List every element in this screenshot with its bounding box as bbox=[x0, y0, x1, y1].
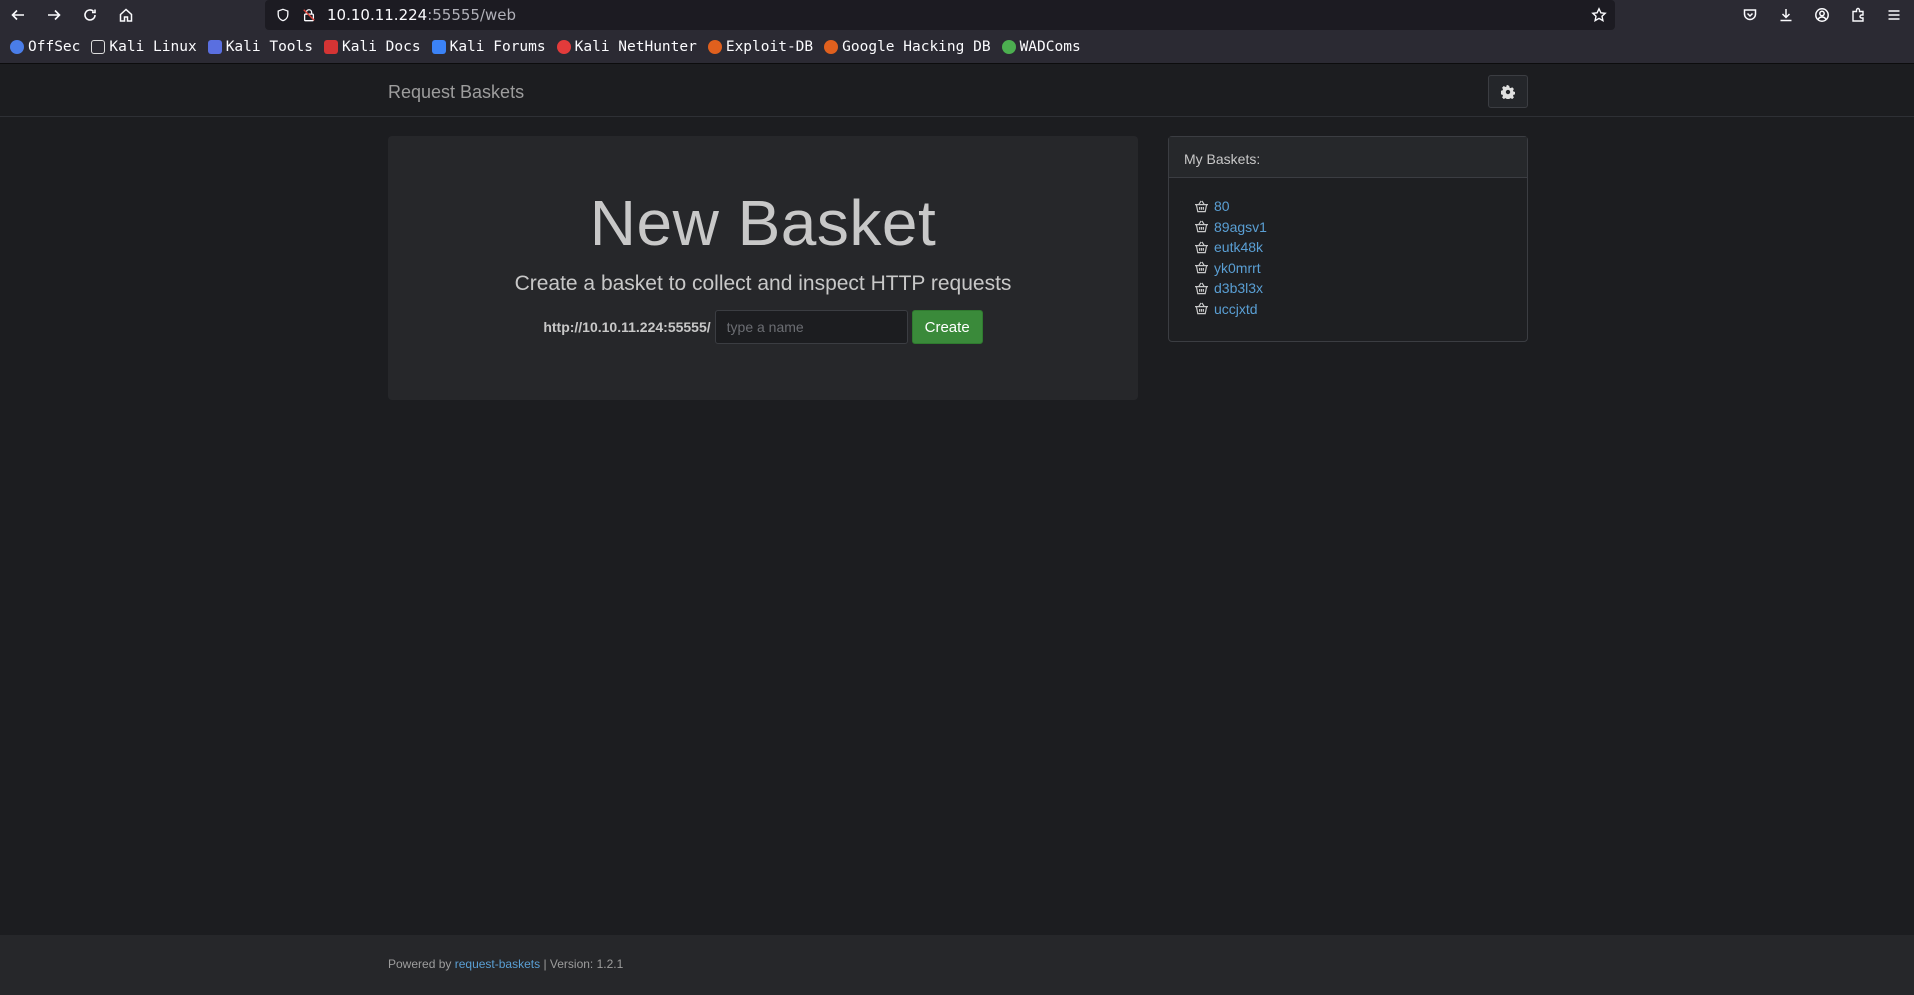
reload-button[interactable] bbox=[72, 0, 108, 30]
shield-icon[interactable] bbox=[275, 7, 291, 23]
home-icon bbox=[119, 8, 133, 22]
bookmark-label: Kali Linux bbox=[109, 38, 197, 55]
bookmarks-bar: OffSec Kali Linux Kali Tools Kali Docs K… bbox=[0, 30, 1914, 64]
browser-toolbar: 10.10.11.224:55555/web bbox=[0, 0, 1914, 30]
basket-link[interactable]: d3b3l3x bbox=[1214, 280, 1263, 296]
pocket-icon[interactable] bbox=[1740, 5, 1760, 25]
bookmark-kali-tools[interactable]: Kali Tools bbox=[207, 38, 314, 55]
basket-icon bbox=[1195, 282, 1208, 294]
bookmark-offsec[interactable]: OffSec bbox=[10, 39, 80, 55]
basket-icon bbox=[1195, 241, 1208, 253]
my-baskets-panel: My Baskets: 80 89agsv1 eutk48k yk0mrrt d… bbox=[1168, 136, 1528, 342]
url-host: 10.10.11.224 bbox=[327, 6, 428, 24]
list-item: uccjxtd bbox=[1194, 299, 1527, 320]
wadcoms-favicon-icon bbox=[1001, 39, 1016, 54]
forward-button[interactable] bbox=[36, 0, 72, 30]
basket-icon bbox=[1195, 302, 1208, 315]
menu-icon[interactable] bbox=[1884, 5, 1904, 25]
my-baskets-heading: My Baskets: bbox=[1169, 137, 1527, 178]
bookmark-label: Exploit-DB bbox=[725, 38, 814, 55]
bookmark-label: Google Hacking DB bbox=[842, 38, 991, 55]
create-button[interactable]: Create bbox=[911, 310, 983, 344]
lock-icon[interactable] bbox=[301, 7, 317, 23]
basket-icon bbox=[1195, 200, 1208, 212]
basket-link[interactable]: eutk48k bbox=[1214, 239, 1263, 255]
bookmark-label: WADComs bbox=[1019, 38, 1081, 55]
bookmark-label: Kali Forums bbox=[449, 38, 546, 55]
request-baskets-link[interactable]: request-baskets bbox=[455, 957, 540, 971]
bookmark-label: Kali Tools bbox=[225, 38, 314, 55]
settings-button[interactable] bbox=[1488, 75, 1528, 108]
create-basket-form: http://10.10.11.224:55555/ Create bbox=[388, 310, 1138, 344]
page-content: Request Baskets New Basket Create a bask… bbox=[0, 65, 1914, 995]
version-text: | Version: 1.2.1 bbox=[543, 957, 624, 971]
kali-docs-favicon-icon bbox=[324, 39, 339, 54]
kali-forums-favicon-icon bbox=[431, 39, 446, 54]
basket-url-prefix: http://10.10.11.224:55555/ bbox=[543, 319, 711, 335]
reload-icon bbox=[84, 9, 96, 21]
url-path: :55555/web bbox=[427, 6, 517, 24]
new-basket-hero: New Basket Create a basket to collect an… bbox=[388, 136, 1138, 400]
bookmark-kali-nethunter[interactable]: Kali NetHunter bbox=[556, 38, 697, 55]
exploit-db-favicon-icon bbox=[707, 39, 722, 54]
arrow-left-icon bbox=[11, 9, 24, 21]
gear-icon bbox=[1501, 84, 1515, 99]
bookmark-kali-linux[interactable]: Kali Linux bbox=[91, 38, 197, 55]
page-footer: Powered by request-baskets | Version: 1.… bbox=[0, 935, 1914, 995]
bookmark-label: OffSec bbox=[28, 38, 81, 55]
arrow-right-icon bbox=[48, 9, 61, 21]
list-item: d3b3l3x bbox=[1194, 278, 1527, 299]
kali-tools-favicon-icon bbox=[207, 39, 222, 54]
bookmark-kali-docs[interactable]: Kali Docs bbox=[324, 39, 421, 55]
toolbar-right-icons bbox=[1740, 0, 1904, 30]
powered-by-text: Powered by bbox=[388, 957, 452, 971]
bookmark-kali-forums[interactable]: Kali Forums bbox=[431, 38, 546, 55]
basket-link[interactable]: 80 bbox=[1214, 198, 1230, 214]
home-button[interactable] bbox=[108, 0, 144, 30]
download-icon[interactable] bbox=[1776, 5, 1796, 25]
bookmark-label: Kali NetHunter bbox=[574, 38, 697, 55]
list-item: 80 bbox=[1194, 196, 1527, 217]
footer-text: Powered by request-baskets | Version: 1.… bbox=[388, 957, 623, 971]
basket-icon bbox=[1195, 220, 1208, 233]
offsec-favicon-icon bbox=[10, 39, 24, 54]
basket-icon bbox=[1195, 261, 1208, 274]
address-bar[interactable]: 10.10.11.224:55555/web bbox=[265, 0, 1615, 30]
extensions-icon[interactable] bbox=[1848, 5, 1868, 25]
kali-dragon-icon bbox=[91, 39, 106, 54]
ghdb-favicon-icon bbox=[824, 39, 839, 54]
list-item: yk0mrrt bbox=[1194, 258, 1527, 279]
basket-link[interactable]: uccjxtd bbox=[1214, 301, 1258, 317]
list-item: 89agsv1 bbox=[1194, 217, 1527, 238]
basket-list: 80 89agsv1 eutk48k yk0mrrt d3b3l3x uccjx… bbox=[1169, 178, 1527, 319]
page-title: New Basket bbox=[589, 187, 937, 259]
list-item: eutk48k bbox=[1194, 237, 1527, 258]
bookmark-star-icon[interactable] bbox=[1591, 7, 1607, 28]
bookmark-exploit-db[interactable]: Exploit-DB bbox=[707, 38, 814, 55]
basket-link[interactable]: yk0mrrt bbox=[1214, 260, 1261, 276]
account-icon[interactable] bbox=[1812, 5, 1832, 25]
bookmark-google-hacking-db[interactable]: Google Hacking DB bbox=[824, 38, 991, 55]
bookmark-wadcoms[interactable]: WADComs bbox=[1001, 38, 1081, 55]
basket-link[interactable]: 89agsv1 bbox=[1214, 219, 1267, 235]
bookmark-label: Kali Docs bbox=[342, 38, 421, 55]
basket-name-input[interactable] bbox=[714, 310, 908, 344]
back-button[interactable] bbox=[0, 0, 36, 30]
hero-subtitle: Create a basket to collect and inspect H… bbox=[514, 272, 1012, 295]
app-brand-link[interactable]: Request Baskets bbox=[388, 82, 524, 103]
kali-nethunter-favicon-icon bbox=[556, 39, 571, 54]
app-navbar: Request Baskets bbox=[0, 65, 1914, 117]
